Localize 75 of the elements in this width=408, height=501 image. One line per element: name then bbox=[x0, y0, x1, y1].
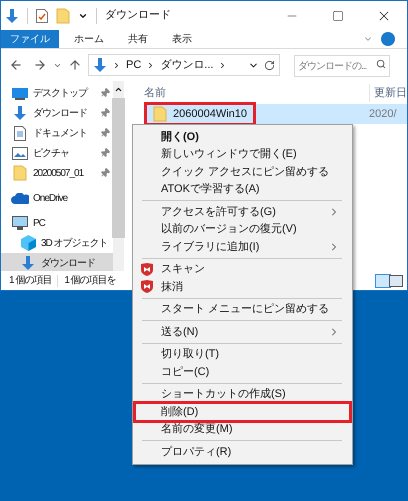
nav-label: ドキュメント bbox=[33, 126, 87, 140]
column-header[interactable]: 名前 bbox=[144, 84, 369, 102]
folder-icon bbox=[153, 106, 167, 122]
monitor-icon bbox=[12, 86, 28, 100]
nav-item[interactable]: ピクチャ bbox=[1, 143, 113, 163]
menu-item[interactable]: 開く(O) bbox=[135, 128, 350, 146]
nav-label: ダウンロード bbox=[33, 106, 87, 120]
menu-item[interactable]: アクセスを許可する(G) bbox=[135, 203, 350, 220]
new-folder-icon bbox=[56, 8, 70, 24]
search-field[interactable]: ダウンロードの... bbox=[294, 55, 390, 78]
nav-item[interactable]: PC bbox=[1, 213, 113, 233]
download-arrow-icon bbox=[13, 105, 27, 121]
status-text: 1 個の項目 bbox=[9, 274, 52, 288]
breadcrumb[interactable]: PC bbox=[126, 56, 142, 74]
nav-label: デスクトップ bbox=[33, 86, 87, 100]
column-header[interactable]: 更新日 bbox=[374, 84, 407, 102]
download-arrow-icon bbox=[93, 57, 107, 73]
chevron-icon bbox=[112, 60, 121, 70]
menu-item[interactable]: 以前のバージョンの復元(V) bbox=[135, 220, 350, 238]
cube-icon bbox=[20, 235, 36, 251]
scrollbar[interactable] bbox=[113, 81, 124, 271]
address-field[interactable]: PC ダウンロ... bbox=[88, 54, 280, 76]
nav-item[interactable]: OneDrive bbox=[1, 188, 113, 208]
properties-icon[interactable] bbox=[36, 8, 48, 22]
menu-item[interactable]: 新しいウィンドウで開く(E) bbox=[135, 146, 350, 163]
menu-item[interactable]: クイック アクセスにピン留めする bbox=[135, 163, 350, 180]
search-icon bbox=[376, 58, 386, 69]
menu-item[interactable]: 抹消 bbox=[135, 278, 350, 296]
menu-item[interactable]: ショートカットの作成(S) bbox=[135, 386, 350, 403]
menu-item[interactable]: 削除(D) bbox=[135, 403, 350, 420]
image-icon bbox=[12, 146, 28, 160]
nav-label: 20200507_01 bbox=[33, 166, 84, 180]
menu-item[interactable]: 送る(N) bbox=[135, 323, 350, 340]
ribbon-tab[interactable]: ファイル bbox=[1, 30, 59, 48]
nav-label: 3D オブジェクト bbox=[41, 236, 108, 250]
nav-label: ピクチャ bbox=[33, 146, 69, 160]
nav-item[interactable]: 3D オブジェクト bbox=[1, 233, 113, 253]
window-title: ダウンロード bbox=[105, 8, 171, 24]
breadcrumb[interactable]: ダウンロ... bbox=[160, 56, 214, 74]
menu-item[interactable]: 名前の変更(M) bbox=[135, 420, 350, 438]
nav-label: OneDrive bbox=[33, 192, 68, 206]
nav-item[interactable]: ドキュメント bbox=[1, 123, 113, 143]
nav-item[interactable]: ダウンロード bbox=[1, 253, 113, 271]
status-text: 1 個の項目を bbox=[64, 274, 116, 288]
menu-item[interactable]: プロパティ(R) bbox=[135, 443, 350, 460]
cloud-icon bbox=[11, 192, 29, 204]
nav-item[interactable]: ダウンロード bbox=[1, 103, 113, 123]
menu-item[interactable]: ライブラリに追加(I) bbox=[135, 238, 350, 256]
folder-icon bbox=[13, 165, 27, 181]
nav-label: PC bbox=[33, 216, 45, 230]
menu-item[interactable]: ATOKで学習する(A) bbox=[135, 180, 350, 198]
scroll-up-icon[interactable] bbox=[114, 85, 123, 94]
download-arrow-icon bbox=[5, 8, 19, 24]
nav-item[interactable]: デスクトップ bbox=[1, 83, 113, 103]
back-icon[interactable] bbox=[9, 58, 23, 72]
nav-item[interactable]: 20200507_01 bbox=[1, 163, 113, 183]
refresh-icon[interactable] bbox=[264, 60, 275, 70]
file-date: 2020/ bbox=[369, 106, 397, 122]
ribbon-tab[interactable]: 表示 bbox=[163, 30, 201, 48]
shield-icon bbox=[141, 262, 153, 276]
document-icon bbox=[14, 126, 26, 140]
nav-label: ダウンロード bbox=[41, 256, 95, 270]
forward-icon[interactable] bbox=[33, 58, 47, 72]
download-arrow-icon bbox=[21, 255, 35, 271]
menu-item[interactable]: 切り取り(T) bbox=[135, 346, 350, 363]
menu-item[interactable]: コピー(C) bbox=[135, 363, 350, 380]
file-row[interactable]: 2060004Win10 2020/ bbox=[144, 104, 407, 124]
maximize-icon[interactable] bbox=[332, 10, 344, 22]
up-icon[interactable] bbox=[68, 58, 82, 72]
computer-icon bbox=[12, 216, 28, 230]
menu-item[interactable]: スキャン bbox=[135, 260, 350, 278]
menu-item[interactable]: スタート メニューにピン留めする bbox=[135, 300, 350, 318]
ribbon-tab[interactable]: ホーム bbox=[65, 30, 113, 48]
shield-icon bbox=[141, 280, 153, 294]
ribbon-tab[interactable]: 共有 bbox=[119, 30, 157, 48]
